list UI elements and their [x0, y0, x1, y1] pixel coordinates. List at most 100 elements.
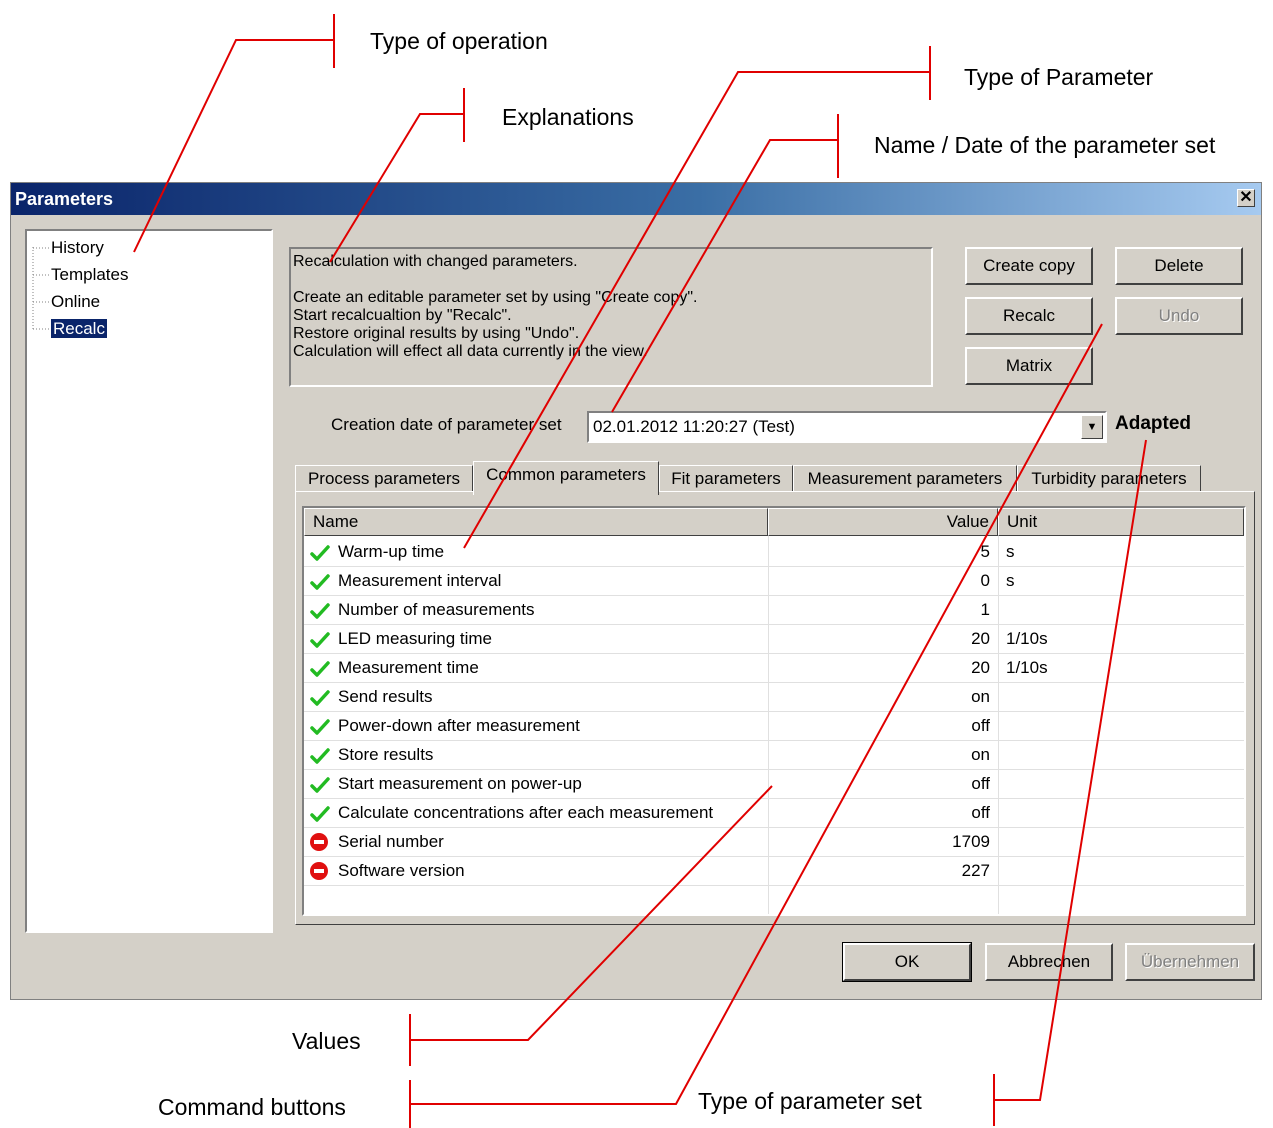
cell-value: on: [971, 687, 990, 706]
explanation-box: Recalculation with changed parameters. C…: [289, 247, 933, 387]
cell-name: Software version: [338, 861, 465, 880]
checkmark-icon: [310, 574, 330, 590]
table-row[interactable]: Send results on: [304, 683, 1244, 712]
checkmark-icon: [310, 690, 330, 706]
table-row[interactable]: LED measuring time 20 1/10s: [304, 625, 1244, 654]
table-row[interactable]: Calculate concentrations after each meas…: [304, 799, 1244, 828]
explanation-line: Recalculation with changed parameters.: [293, 253, 578, 270]
tab-common-parameters[interactable]: Common parameters: [473, 461, 659, 495]
annotation-name-date: Name / Date of the parameter set: [874, 132, 1216, 158]
cell-value: 5: [980, 542, 990, 561]
parameter-set-select[interactable]: 02.01.2012 11:20:27 (Test) ▼: [587, 411, 1107, 443]
checkmark-icon: [310, 777, 330, 793]
tree-item-online[interactable]: Online: [51, 291, 100, 313]
parameters-dialog: Parameters ✕ History Templates Online Re…: [10, 182, 1262, 1000]
parameter-set-label: Creation date of parameter set: [331, 415, 562, 434]
cell-unit: s: [1006, 542, 1015, 561]
tree-item-templates[interactable]: Templates: [51, 264, 128, 286]
checkmark-icon: [310, 748, 330, 764]
cell-name: Start measurement on power-up: [338, 774, 582, 793]
locked-icon: [310, 833, 328, 851]
cell-unit: 1/10s: [1006, 658, 1048, 677]
cancel-button[interactable]: Abbrechen: [985, 943, 1113, 981]
close-button[interactable]: ✕: [1237, 189, 1255, 207]
cell-name: Warm-up time: [338, 542, 445, 561]
tree-item-label: Templates: [51, 265, 129, 284]
cell-name: Send results: [338, 687, 433, 706]
annotation-values: Values: [292, 1028, 361, 1054]
column-header-unit[interactable]: Unit: [998, 508, 1244, 536]
column-header-name[interactable]: Name: [304, 508, 768, 536]
explanation-line: Calculation will effect all data current…: [293, 343, 648, 360]
matrix-button[interactable]: Matrix: [965, 347, 1093, 385]
tree-item-label: Online: [51, 292, 101, 311]
explanation-line: Restore original results by using "Undo"…: [293, 325, 580, 342]
table-row[interactable]: Software version 227: [304, 857, 1244, 886]
cell-name: Serial number: [338, 832, 444, 851]
annotation-command-buttons: Command buttons: [158, 1094, 346, 1120]
annotation-type-of-parameter-set: Type of parameter set: [698, 1088, 922, 1114]
table-row[interactable]: Measurement time 20 1/10s: [304, 654, 1244, 683]
common-parameters-pane: Name Value Unit Warm-up time 5 s Measuremen…: [295, 491, 1255, 925]
locked-icon: [310, 862, 328, 880]
cell-value: 20: [971, 658, 990, 677]
parameter-grid: Name Value Unit Warm-up time 5 s Measuremen…: [302, 506, 1246, 916]
checkmark-icon: [310, 806, 330, 822]
cell-unit: s: [1006, 571, 1015, 590]
undo-button[interactable]: Undo: [1115, 297, 1243, 335]
cell-value: 1709: [952, 832, 990, 851]
window-title: Parameters: [15, 189, 114, 209]
annotation-type-of-operation: Type of operation: [370, 28, 548, 54]
table-row[interactable]: Power-down after measurement off: [304, 712, 1244, 741]
column-header-value[interactable]: Value: [768, 508, 998, 536]
title-bar[interactable]: Parameters ✕: [11, 183, 1261, 215]
cell-value: 227: [961, 861, 990, 880]
explanation-line: [293, 271, 929, 289]
checkmark-icon: [310, 661, 330, 677]
apply-button[interactable]: Übernehmen: [1125, 943, 1255, 981]
table-row[interactable]: Serial number 1709: [304, 828, 1244, 857]
cell-value: off: [971, 716, 990, 735]
annotation-type-of-parameter: Type of Parameter: [964, 64, 1154, 90]
cell-name: Calculate concentrations after each meas…: [338, 803, 714, 822]
operation-tree: History Templates Online Recalc: [25, 229, 273, 933]
tree-item-label: Recalc: [50, 318, 108, 339]
table-row[interactable]: Number of measurements 1: [304, 596, 1244, 625]
table-row[interactable]: Store results on: [304, 741, 1244, 770]
delete-button[interactable]: Delete: [1115, 247, 1243, 285]
table-row[interactable]: Warm-up time 5 s: [304, 538, 1244, 567]
checkmark-icon: [310, 719, 330, 735]
cell-name: Store results: [338, 745, 434, 764]
tab-fit-parameters[interactable]: Fit parameters: [659, 465, 793, 493]
cell-name: LED measuring time: [338, 629, 493, 648]
cell-value: off: [971, 803, 990, 822]
tab-measurement-parameters[interactable]: Measurement parameters: [793, 465, 1017, 493]
tree-item-history[interactable]: History: [51, 237, 104, 259]
create-copy-button[interactable]: Create copy: [965, 247, 1093, 285]
table-row[interactable]: Measurement interval 0 s: [304, 567, 1244, 596]
cell-value: 0: [980, 571, 990, 590]
checkmark-icon: [310, 603, 330, 619]
cell-name: Measurement interval: [338, 571, 502, 590]
explanation-line: Start recalcualtion by "Recalc".: [293, 307, 512, 324]
table-row[interactable]: Start measurement on power-up off: [304, 770, 1244, 799]
tab-process-parameters[interactable]: Process parameters: [295, 465, 473, 493]
tree-connector-lines: [32, 247, 49, 330]
chevron-down-icon[interactable]: ▼: [1081, 415, 1103, 439]
tab-turbidity-parameters[interactable]: Turbidity parameters: [1017, 465, 1201, 493]
checkmark-icon: [310, 545, 330, 561]
ok-button[interactable]: OK: [842, 942, 972, 982]
annotation-explanations: Explanations: [502, 104, 634, 130]
checkmark-icon: [310, 632, 330, 648]
tree-item-recalc[interactable]: Recalc: [50, 318, 108, 340]
cell-name: Measurement time: [338, 658, 479, 677]
cell-unit: 1/10s: [1006, 629, 1048, 648]
cell-value: on: [971, 745, 990, 764]
explanation-line: Create an editable parameter set by usin…: [293, 289, 698, 306]
cell-value: 20: [971, 629, 990, 648]
parameter-set-type: Adapted: [1115, 413, 1191, 434]
recalc-button[interactable]: Recalc: [965, 297, 1093, 335]
parameter-set-value: 02.01.2012 11:20:27 (Test): [593, 417, 795, 436]
tree-item-label: History: [51, 238, 104, 257]
cell-value: 1: [980, 600, 990, 619]
